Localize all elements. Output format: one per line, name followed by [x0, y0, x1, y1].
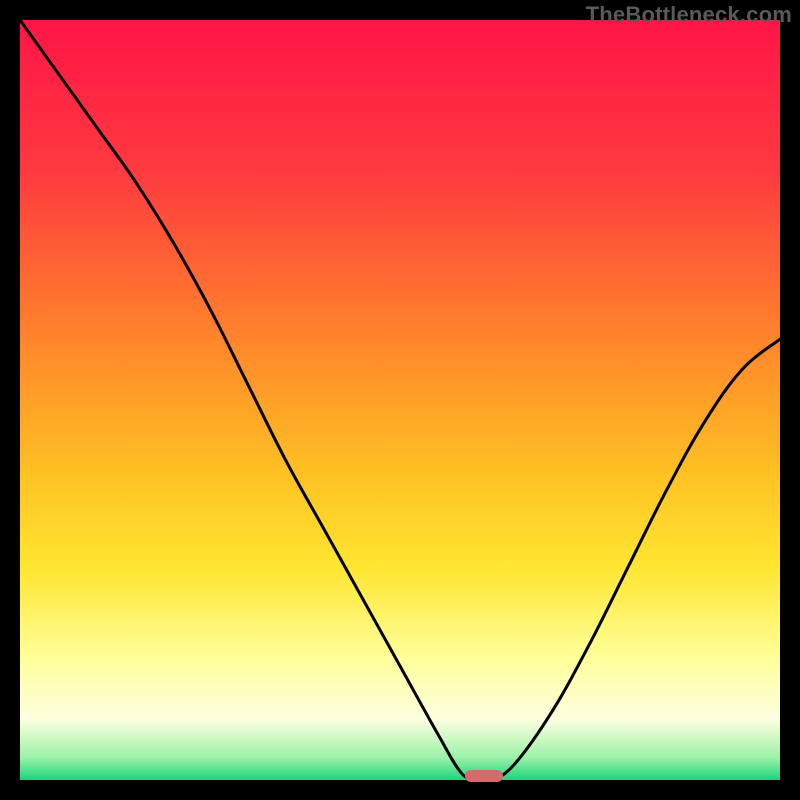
chart-frame: TheBottleneck.com: [0, 0, 800, 800]
bottleneck-chart: [20, 20, 780, 780]
optimal-marker: [465, 770, 503, 782]
watermark-text: TheBottleneck.com: [586, 2, 792, 28]
